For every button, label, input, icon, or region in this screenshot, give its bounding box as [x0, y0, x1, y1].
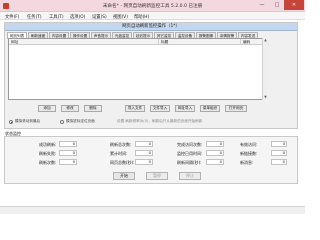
mouse-locate-label: 模拟鼠标定位页面: [66, 119, 95, 123]
stat-label: 刷新次数:: [39, 160, 57, 165]
stat-value: 0: [135, 159, 153, 165]
stat-value: 0: [59, 159, 77, 165]
stat-label: 累计时间:: [110, 151, 128, 156]
options-row: 模拟滚动到最后 模拟鼠标定位页面 设置 刷新频率为(0)，刷新后只从最新的页面开…: [5, 118, 295, 126]
menu-tools[interactable]: 工具(T): [49, 14, 64, 20]
stat-label: 刷新间隔(秒):: [177, 160, 202, 165]
stat-value: 0: [271, 150, 287, 156]
add-button[interactable]: 添加: [38, 105, 56, 112]
stat-value: 0: [206, 159, 224, 165]
scroll-down-icon[interactable]: ▼: [263, 95, 268, 100]
stat-value: 0: [59, 141, 77, 147]
stat-label: 有效访问:: [240, 142, 258, 147]
menu-help[interactable]: 帮助(H): [134, 14, 149, 20]
status-bar: [0, 206, 305, 214]
scroll-end-radio[interactable]: [9, 120, 13, 124]
menu-settings[interactable]: 设置(S): [92, 14, 107, 20]
stat-value: 0: [271, 141, 287, 147]
start-button[interactable]: 开始: [113, 172, 135, 180]
export-button[interactable]: 文件导入: [150, 105, 170, 112]
column-title[interactable]: 标题: [159, 39, 241, 45]
edit-button[interactable]: 修改: [61, 105, 79, 112]
options-hint: 设置 刷新频率为(0)，刷新后只从最新的页面开始刷新: [117, 119, 203, 123]
url-list[interactable]: 网址 标题 编码: [8, 38, 269, 100]
stat-value: 0: [135, 141, 153, 147]
stat-label: 新链接数:: [240, 151, 258, 156]
stat-label: 成功刷新:: [39, 142, 57, 147]
menu-options[interactable]: 选项(O): [70, 14, 85, 20]
stat-value: 0: [206, 141, 224, 147]
menu-file[interactable]: 文件(F): [5, 14, 19, 20]
delete-button[interactable]: 删除: [84, 105, 102, 112]
stat-label: 监控已用时间:: [177, 151, 203, 156]
stat-label: 完成访问次数:: [177, 142, 203, 147]
pause-button[interactable]: 暂停: [146, 172, 168, 180]
mouse-locate-radio[interactable]: [60, 120, 64, 124]
stop-button[interactable]: 停止: [179, 172, 201, 180]
menu-organize-button[interactable]: 菜单组织: [200, 105, 220, 112]
scroll-end-label: 模拟滚动到最后: [15, 119, 41, 123]
menu-bar: 文件(F) 任务(T) 工具(T) 选项(O) 设置(S) 视图(V) 帮助(H…: [0, 12, 305, 20]
stat-label: 新消息:: [240, 160, 254, 165]
open-page-button[interactable]: 打开网页: [225, 105, 247, 112]
list-scrollbar[interactable]: ▲ ▼: [262, 38, 268, 100]
column-url[interactable]: 网址: [9, 39, 159, 45]
stat-label: 刷新总次数:: [110, 142, 132, 147]
import-button[interactable]: 导入文件: [125, 105, 145, 112]
menu-view[interactable]: 视图(V): [113, 14, 128, 20]
stat-value: 0: [271, 159, 287, 165]
close-button[interactable]: ✕: [284, 0, 304, 10]
stat-value: 0: [59, 150, 77, 156]
minimize-button[interactable]: —: [255, 0, 269, 10]
stat-label: 刷新失败:: [39, 151, 57, 156]
menu-task[interactable]: 任务(T): [27, 14, 42, 20]
status-panel: 成功刷新: 0 刷新总次数: 0 完成访问次数: 0 有效访问: 0 刷新失败:…: [4, 136, 298, 184]
stat-label: 网页总数(秒):: [110, 160, 135, 165]
stat-value: 0: [135, 150, 153, 156]
title-bar: 未命名* - 网页自动刷新监控工具 5.2.0.0 已注册 — □ ✕: [0, 0, 305, 12]
url-import-button[interactable]: 网址导入: [175, 105, 195, 112]
scroll-up-icon[interactable]: ▲: [263, 38, 268, 43]
stat-value: 0: [206, 150, 224, 156]
maximize-button[interactable]: □: [270, 0, 284, 10]
panel-title: 网页自动刷新监控操作（1*）: [5, 23, 297, 31]
